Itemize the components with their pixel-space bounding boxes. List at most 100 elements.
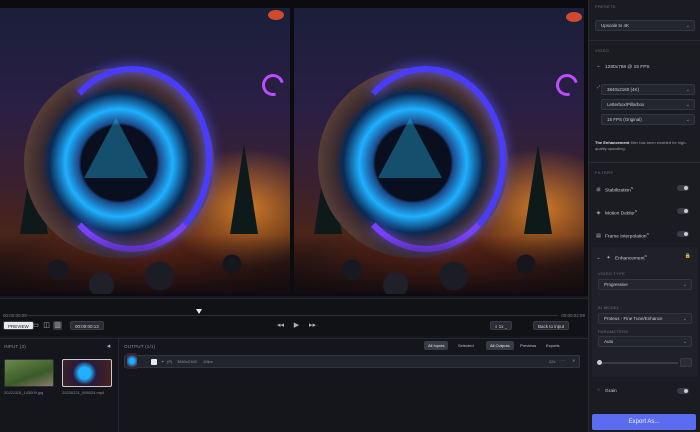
stabilization-icon: ⊞: [596, 186, 601, 193]
preset-value: Upscale to 4K: [601, 23, 630, 28]
frame-interpolation-toggle[interactable]: [677, 231, 689, 237]
preview-button[interactable]: PREVIEW: [3, 321, 34, 330]
output-index: (P): [167, 359, 173, 364]
ai-model-select[interactable]: Proteus - Fine Tune/Enhance ⌄: [598, 313, 692, 324]
output-size: 3840x2160: [177, 359, 197, 364]
rocks-shape: [0, 234, 290, 294]
filter-grain[interactable]: ◌ Grain: [595, 386, 695, 397]
aspect-select[interactable]: Letterbox/Pillarbox ⌄: [601, 99, 695, 110]
presets-label: PRESETS: [595, 4, 616, 9]
playback-controls: PREVIEW ▭ ◫ ▥ 00:00:00:13 ◂◂ ▶ ▸▸ ⌕ 1x ⌄…: [0, 319, 588, 335]
zoom-select[interactable]: ⌕ 1x ⌄: [490, 321, 512, 330]
settings-sidebar: PRESETS Upscale to 4K ⌄ VIDEO ⌄ 1280x768 …: [588, 0, 700, 432]
split-view-icon[interactable]: ◫: [42, 321, 51, 330]
collapse-icon[interactable]: ◂: [104, 342, 113, 351]
enhancement-mark: N: [644, 254, 647, 258]
prev-frame-icon[interactable]: ◂◂: [276, 321, 285, 330]
video-type-select[interactable]: Progressive ⌄: [598, 279, 692, 290]
chevron-down-icon: ⌄: [682, 316, 687, 322]
sparkle-icon: ✦: [606, 254, 611, 261]
filter-all-inputs[interactable]: All Inputs: [424, 341, 449, 350]
timecode-field[interactable]: 00:00:00:13: [70, 321, 104, 330]
output-row[interactable]: ⚭ (P) 3840x2160 10fps 22x ⋯ ✕: [124, 353, 580, 369]
enhancement-header[interactable]: ⌄ ✦ EnhancementN 🔒: [595, 251, 695, 262]
export-button[interactable]: Export As...: [592, 414, 696, 430]
output-size-select[interactable]: 3840x2160 (4K) ⌄: [601, 84, 695, 95]
chevron-down-icon: ⌄: [596, 63, 601, 70]
timeline-track[interactable]: [24, 315, 558, 316]
grain-label: Grain: [605, 389, 617, 394]
preview-enhanced[interactable]: [294, 8, 584, 294]
enhancement-label: Enhancement: [615, 256, 645, 262]
input-thumbnail[interactable]: [4, 359, 54, 387]
playhead[interactable]: [196, 309, 202, 314]
divider: [589, 162, 700, 163]
filter-label: Motion Deblur: [605, 211, 635, 217]
stabilization-toggle[interactable]: [677, 185, 689, 191]
filter-stabilization[interactable]: ⊞ StabilizationN: [595, 183, 695, 194]
grain-toggle[interactable]: [677, 388, 689, 394]
ai-model-label: AI MODEL: [598, 305, 620, 310]
video-type-label: VIDEO TYPE: [598, 271, 625, 276]
filter-exports[interactable]: Exports: [542, 341, 564, 350]
chevron-down-icon: ⌄: [503, 324, 507, 329]
checkbox[interactable]: [151, 359, 157, 365]
slider-track[interactable]: [598, 362, 678, 364]
input-thumbnail-selected[interactable]: [62, 359, 112, 387]
output-size-value: 3840x2160 (4K): [607, 87, 640, 92]
fps-select[interactable]: 15 FPS (Original) ⌄: [601, 114, 695, 125]
timeline-end-time: 00:00:02:59: [561, 313, 585, 318]
ai-model-value: Proteus - Fine Tune/Enhance: [604, 316, 663, 321]
deblur-icon: ◈: [596, 209, 601, 216]
back-to-input-button[interactable]: Back to input: [533, 321, 570, 330]
filter-mark: N: [630, 186, 634, 190]
more-icon[interactable]: ⋯: [561, 358, 565, 363]
divider: [589, 40, 700, 41]
tree-shape: [524, 144, 552, 234]
preset-select[interactable]: Upscale to 4K ⌄: [595, 20, 695, 31]
lock-icon[interactable]: 🔒: [685, 251, 691, 262]
filter-selected[interactable]: Selected: [454, 341, 478, 350]
filter-all-outputs[interactable]: All Outputs: [486, 341, 514, 350]
motion-deblur-toggle[interactable]: [677, 208, 689, 214]
chevron-down-icon: ⌄: [685, 23, 690, 29]
chevron-down-icon: ⌄: [682, 339, 687, 345]
slider-handle[interactable]: [597, 360, 602, 365]
bottom-panel: INPUT (2) ◂ OUTPUT (1/1) 20221115_143009…: [0, 338, 588, 432]
filter-motion-deblur[interactable]: ◈ Motion DeblurN: [595, 206, 695, 217]
rocks-shape: [294, 234, 584, 294]
chevron-down-icon: ⌄: [685, 87, 690, 93]
play-icon[interactable]: ▶: [292, 321, 301, 330]
video-summary[interactable]: ⌄ 1280x768 @ 15 FPS: [595, 62, 695, 73]
slider-value-field[interactable]: [680, 358, 692, 367]
parameters-select[interactable]: Auto ⌄: [598, 336, 692, 347]
close-icon[interactable]: ✕: [572, 358, 575, 363]
filters-label: FILTERS: [595, 170, 614, 175]
single-view-icon[interactable]: ▭: [31, 321, 40, 330]
preview-area: [0, 0, 588, 296]
filter-previews[interactable]: Previews: [516, 341, 540, 350]
output-title: OUTPUT (1/1): [124, 344, 156, 349]
portal-emblem: [378, 118, 442, 178]
chevron-down-icon: ⌄: [685, 102, 690, 108]
preview-original[interactable]: [0, 8, 290, 294]
enhancement-note-strong: The Enhancement: [595, 140, 630, 145]
interpolation-icon: ▤: [596, 232, 601, 239]
output-thumbnail: [127, 353, 137, 369]
filter-label: Frame Interpolation: [605, 234, 647, 240]
grain-icon: ◌: [597, 387, 600, 394]
video-type-value: Progressive: [604, 282, 628, 287]
video-summary-text: 1280x768 @ 15 FPS: [605, 65, 650, 70]
filter-mark: N: [634, 209, 638, 213]
output-count: 22x: [549, 359, 556, 364]
chevron-down-icon: ⌄: [596, 254, 601, 261]
input-file-name: 20230221_095024.mp4: [62, 390, 105, 395]
link-icon: ⚭: [161, 359, 165, 364]
parameters-label: PARAMETERS: [598, 329, 629, 334]
filter-frame-interpolation[interactable]: ▤ Frame InterpolationN: [595, 229, 695, 240]
enhancement-note: The Enhancement filter has been enabled …: [595, 140, 695, 151]
video-label: VIDEO: [595, 48, 609, 53]
app-root: 00:00:00:00 00:00:02:59 PREVIEW ▭ ◫ ▥ 00…: [0, 0, 700, 432]
side-by-side-icon[interactable]: ▥: [53, 321, 62, 330]
next-frame-icon[interactable]: ▸▸: [308, 321, 317, 330]
